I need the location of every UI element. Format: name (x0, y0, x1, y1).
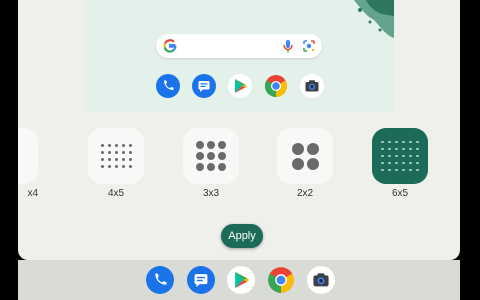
grid-dot (395, 154, 398, 158)
grid-dot (416, 140, 419, 144)
grid-dot (207, 152, 215, 160)
grid-picker-sheet: x4 4x5 3x3 2x2 6x5 Apply (18, 0, 460, 260)
grid-dot (381, 161, 384, 165)
grid-dot (395, 140, 398, 144)
grid-dot (416, 147, 419, 151)
grid-dot (207, 163, 215, 171)
phone-icon (156, 74, 180, 98)
grid-dot (381, 168, 384, 172)
grid-option-3x3[interactable]: 3x3 (183, 128, 239, 200)
grid-option-label: 3x3 (202, 188, 220, 199)
grid-option-label: 2x2 (296, 188, 314, 199)
grid-dot (402, 147, 405, 151)
preview-dock (155, 74, 325, 100)
grid-option-6x5[interactable]: 6x5 (372, 128, 428, 200)
grid-dot (128, 165, 132, 168)
grid-dot (128, 158, 132, 161)
messages-icon[interactable] (187, 266, 215, 294)
grid-option-label: 4x5 (107, 188, 125, 199)
grid-dot (409, 147, 412, 151)
google-g-icon (163, 39, 177, 58)
grid-dot (388, 140, 391, 144)
grid-dot (196, 152, 204, 160)
dock-bar (0, 260, 480, 300)
lens-icon[interactable] (302, 39, 316, 58)
grid-option-label: 6x5 (391, 188, 409, 199)
grid-dot (196, 163, 204, 171)
grid-dot (388, 161, 391, 165)
mic-icon[interactable] (283, 39, 293, 58)
grid-dot (381, 147, 384, 151)
grid-dot (402, 161, 405, 165)
grid-dot (100, 144, 104, 147)
phone-icon[interactable] (146, 266, 174, 294)
grid-option-2x2[interactable]: 2x2 (277, 128, 333, 200)
grid-dot (409, 161, 412, 165)
grid-dot (388, 154, 391, 158)
grid-dot (416, 154, 419, 158)
grid-dot (114, 144, 118, 147)
apply-button[interactable]: Apply (221, 224, 263, 248)
grid-dot (107, 165, 111, 168)
grid-dot (381, 154, 384, 158)
grid-option-tile[interactable] (277, 128, 333, 184)
play-store-icon[interactable] (227, 266, 255, 294)
grid-option-4[interactable]: x4 (18, 128, 38, 200)
grid-dot (207, 141, 215, 149)
grid-dot (107, 158, 111, 161)
grid-dot (402, 168, 405, 172)
grid-option-tile[interactable] (18, 128, 38, 184)
grid-dot (416, 168, 419, 172)
grid-dot (128, 151, 132, 154)
grid-option-tile[interactable] (372, 128, 428, 184)
grid-option-tile[interactable] (88, 128, 144, 184)
grid-dot (107, 144, 111, 147)
grid-dot (409, 154, 412, 158)
grid-dot (306, 157, 319, 170)
grid-dot (114, 151, 118, 154)
camera-icon (300, 74, 324, 98)
grid-options-row: x4 4x5 3x3 2x2 6x5 (18, 128, 460, 208)
grid-dot (128, 144, 132, 147)
grid-dot (100, 165, 104, 168)
wallpaper-art (354, 0, 394, 38)
grid-option-tile[interactable] (183, 128, 239, 184)
grid-dot (402, 154, 405, 158)
grid-dot (388, 168, 391, 172)
grid-dot (291, 142, 304, 155)
home-screen-preview (84, 0, 394, 112)
grid-dot (218, 163, 226, 171)
grid-dot (381, 140, 384, 144)
grid-dot (409, 140, 412, 144)
grid-dot (395, 168, 398, 172)
grid-dot (114, 158, 118, 161)
grid-dot (121, 144, 125, 147)
grid-dot (100, 151, 104, 154)
grid-dot (218, 141, 226, 149)
camera-icon[interactable] (307, 266, 335, 294)
grid-option-label: x4 (27, 188, 38, 199)
grid-dot (395, 147, 398, 151)
play-store-icon (228, 74, 252, 98)
grid-dot (388, 147, 391, 151)
grid-dot (100, 158, 104, 161)
grid-dot (395, 161, 398, 165)
grid-dot (402, 140, 405, 144)
grid-dot (121, 158, 125, 161)
chrome-icon (264, 74, 288, 98)
grid-dot (291, 157, 304, 170)
grid-dot (306, 142, 319, 155)
grid-dot (416, 161, 419, 165)
grid-option-4x5[interactable]: 4x5 (88, 128, 144, 200)
grid-dot (121, 151, 125, 154)
grid-dot (218, 152, 226, 160)
grid-dot (107, 151, 111, 154)
chrome-icon[interactable] (267, 266, 295, 294)
grid-dot (114, 165, 118, 168)
messages-icon (192, 74, 216, 98)
grid-dot (409, 168, 412, 172)
grid-dot (121, 165, 125, 168)
search-bar[interactable] (156, 34, 322, 58)
grid-dot (196, 141, 204, 149)
